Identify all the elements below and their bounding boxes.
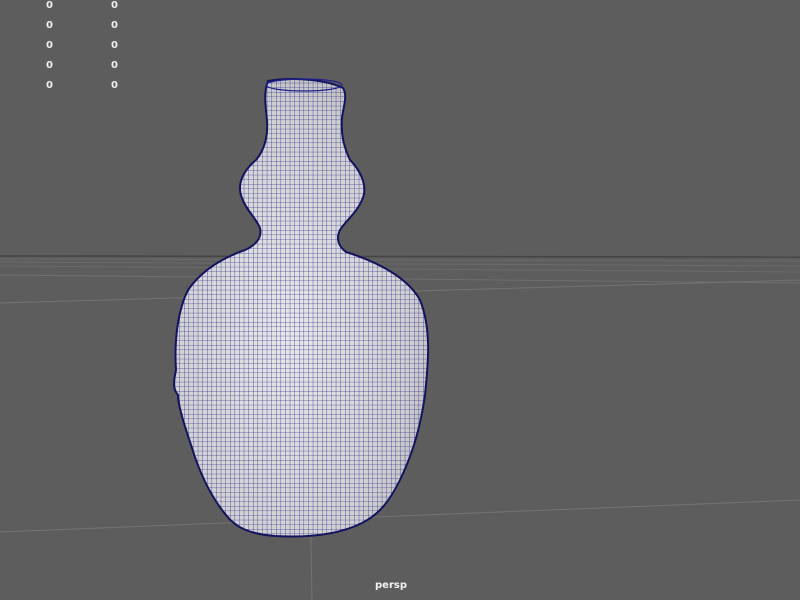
hud-value: 0 bbox=[46, 20, 53, 31]
hud-value: 0 bbox=[46, 40, 53, 51]
hud-row: 0 0 bbox=[0, 0, 160, 14]
hud-value: 0 bbox=[111, 40, 118, 51]
hud-row: 0 0 bbox=[0, 20, 160, 34]
hud-value: 0 bbox=[46, 80, 53, 91]
camera-label: persp bbox=[375, 580, 407, 591]
hud-value: 0 bbox=[46, 0, 53, 11]
hud-row: 0 0 bbox=[0, 80, 160, 94]
hud-row: 0 0 bbox=[0, 40, 160, 54]
hud-readout: 0 0 0 0 0 0 0 0 0 0 bbox=[0, 0, 160, 100]
persp-viewport[interactable]: 0 0 0 0 0 0 0 0 0 0 persp bbox=[0, 0, 800, 600]
gourd-vase-mesh-icon[interactable] bbox=[160, 70, 450, 550]
hud-value: 0 bbox=[46, 60, 53, 71]
hud-value: 0 bbox=[111, 20, 118, 31]
hud-row: 0 0 bbox=[0, 60, 160, 74]
hud-value: 0 bbox=[111, 80, 118, 91]
hud-value: 0 bbox=[111, 60, 118, 71]
hud-value: 0 bbox=[111, 0, 118, 11]
